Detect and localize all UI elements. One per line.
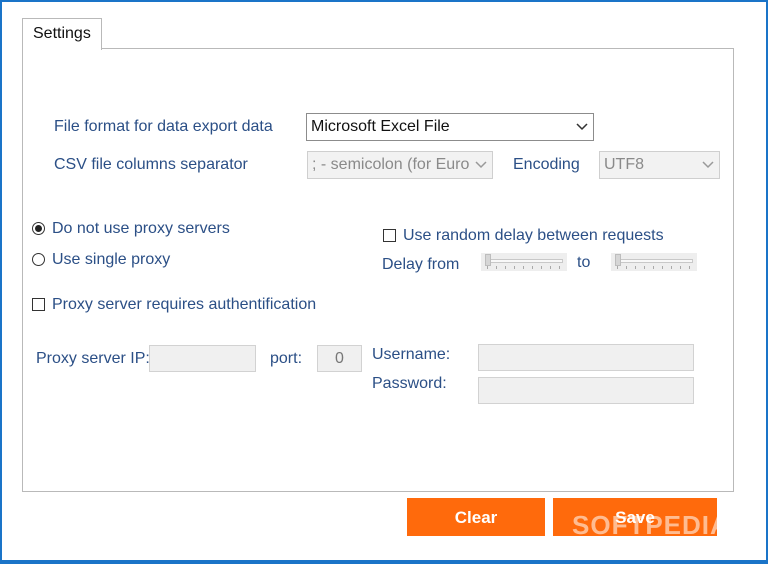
- proxy-auth-checkbox[interactable]: [32, 298, 45, 311]
- random-delay-label[interactable]: Use random delay between requests: [403, 227, 664, 245]
- csv-separator-label: CSV file columns separator: [54, 156, 248, 173]
- no-proxy-radio[interactable]: [32, 222, 45, 235]
- password-input[interactable]: [478, 377, 694, 404]
- tab-settings[interactable]: Settings: [22, 18, 102, 50]
- csv-separator-select[interactable]: ; - semicolon (for Euro: [307, 151, 493, 179]
- chevron-down-icon: [702, 152, 714, 178]
- clear-button[interactable]: Clear: [407, 498, 545, 536]
- delay-from-slider[interactable]: [481, 253, 567, 271]
- single-proxy-radio[interactable]: [32, 253, 45, 266]
- no-proxy-label[interactable]: Do not use proxy servers: [52, 220, 230, 238]
- port-input[interactable]: 0: [317, 345, 362, 372]
- encoding-select[interactable]: UTF8: [599, 151, 720, 179]
- username-input[interactable]: [478, 344, 694, 371]
- proxy-auth-label[interactable]: Proxy server requires authentification: [52, 296, 316, 314]
- app-window: Settings File format for data export dat…: [2, 2, 766, 560]
- slider-track: [615, 259, 693, 263]
- proxy-ip-label: Proxy server IP:: [36, 350, 150, 367]
- slider-ticks: [617, 266, 691, 269]
- slider-track: [485, 259, 563, 263]
- file-format-value: Microsoft Excel File: [311, 118, 450, 135]
- delay-to-label: to: [577, 254, 591, 271]
- slider-ticks: [487, 266, 561, 269]
- username-label: Username:: [372, 346, 451, 363]
- delay-to-slider[interactable]: [611, 253, 697, 271]
- port-label: port:: [270, 350, 303, 367]
- single-proxy-label[interactable]: Use single proxy: [52, 251, 170, 269]
- encoding-value: UTF8: [604, 156, 644, 173]
- slider-thumb[interactable]: [485, 254, 491, 266]
- delay-from-label: Delay from: [382, 256, 460, 273]
- password-label: Password:: [372, 375, 447, 392]
- chevron-down-icon: [475, 152, 487, 178]
- random-delay-checkbox[interactable]: [383, 229, 396, 242]
- radio-selected-dot: [35, 225, 42, 232]
- softpedia-watermark: SOFTPEDIA: [572, 510, 730, 540]
- file-format-select[interactable]: Microsoft Excel File: [306, 113, 594, 141]
- file-format-label: File format for data export data: [54, 118, 273, 135]
- encoding-label: Encoding: [513, 156, 580, 173]
- proxy-ip-input[interactable]: [149, 345, 256, 372]
- csv-separator-value: ; - semicolon (for Euro: [312, 156, 470, 173]
- chevron-down-icon: [576, 114, 588, 140]
- slider-thumb[interactable]: [615, 254, 621, 266]
